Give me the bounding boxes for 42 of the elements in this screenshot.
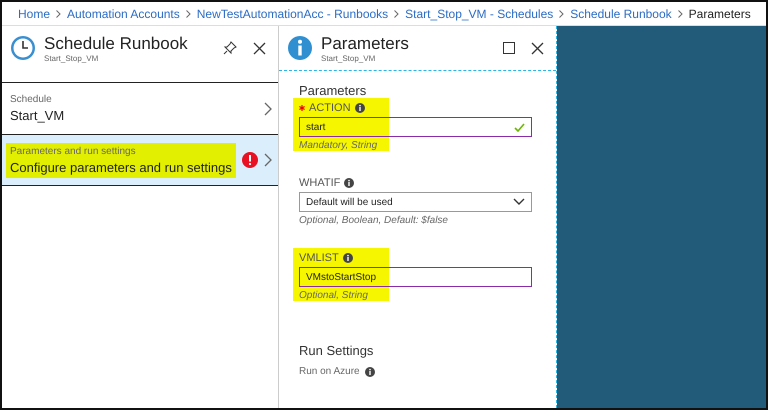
field-hint: Mandatory, String	[299, 140, 378, 151]
blade-title: Schedule Runbook	[44, 34, 189, 54]
breadcrumb-link[interactable]: Automation Accounts	[67, 6, 180, 20]
breadcrumb-link[interactable]: Start_Stop_VM - Schedules	[405, 6, 554, 20]
chevron-down-icon	[513, 198, 525, 206]
blade-subtitle: Start_Stop_VM	[321, 54, 376, 62]
field-label: VMLIST	[299, 252, 339, 264]
item-label: Schedule	[10, 94, 53, 105]
breadcrumb-link[interactable]: Schedule Runbook	[570, 6, 672, 20]
item-label: Parameters and run settings	[10, 146, 137, 156]
info-icon	[344, 178, 354, 188]
blade-title: Parameters	[321, 34, 410, 54]
info-icon	[354, 103, 365, 113]
info-icon	[364, 366, 375, 376]
breadcrumb-link[interactable]: NewTestAutomationAcc - Runbooks	[196, 6, 388, 20]
item-value: Configure parameters and run settings	[10, 160, 232, 174]
input-field[interactable]: VMstoStartStop	[299, 267, 532, 287]
field-label: WHATIF	[299, 177, 340, 189]
section-heading: Run Settings	[299, 343, 374, 358]
chevron-right-icon	[678, 10, 683, 18]
clock-icon	[10, 35, 36, 61]
dropdown-field[interactable]: Default will be used	[299, 192, 532, 212]
blade-subtitle: Start_Stop_VM	[44, 54, 100, 62]
chevron-right-icon	[394, 10, 400, 18]
info-icon	[342, 253, 353, 263]
chevron-right-icon	[264, 102, 272, 116]
chevron-right-icon	[186, 10, 191, 18]
breadcrumb-link[interactable]: Parameters	[688, 6, 751, 20]
section-heading: Parameters	[299, 83, 368, 98]
breadcrumb-link[interactable]: Home	[18, 6, 50, 20]
blade-menu-item[interactable]: Parameters and run settings Configure parameters and run settings	[2, 134, 278, 186]
asterisk-icon	[299, 105, 305, 111]
chevron-right-icon	[559, 10, 564, 18]
field-label: ACTION	[309, 102, 351, 114]
item-value: Start_VM	[10, 108, 64, 123]
field-label: Run on Azure	[299, 366, 360, 377]
info-icon	[287, 35, 313, 61]
field-hint: Optional, String	[299, 290, 369, 301]
input-field[interactable]: start	[299, 117, 532, 137]
chevron-right-icon	[56, 10, 62, 18]
chevron-right-icon	[264, 153, 272, 167]
field-hint: Optional, Boolean, Default: $false	[299, 215, 449, 226]
